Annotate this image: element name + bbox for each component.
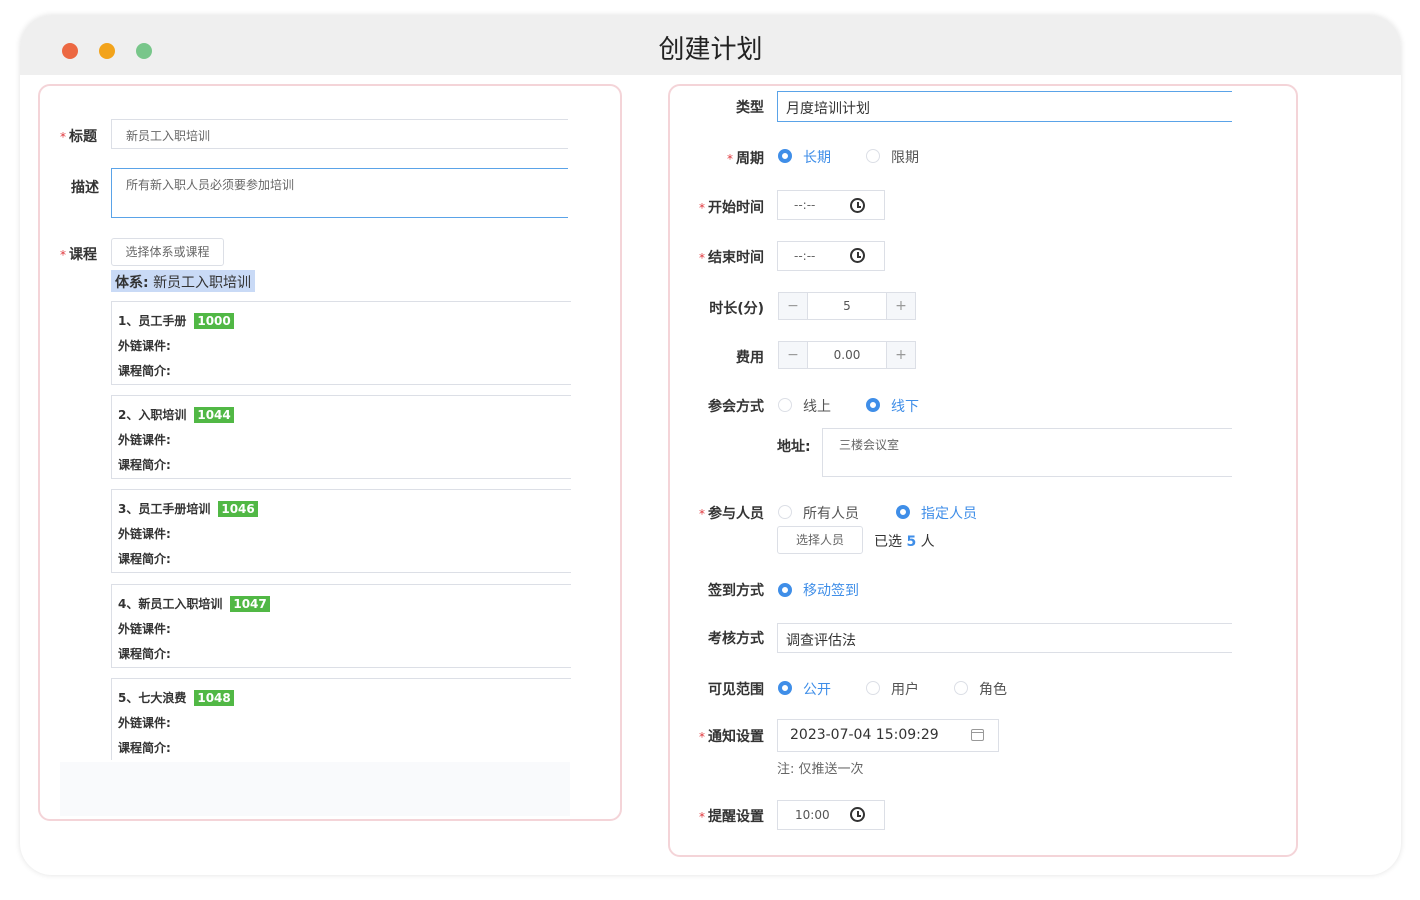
selected-count: 5 <box>906 534 917 550</box>
attend-online-radio[interactable] <box>778 398 792 412</box>
assessment-input[interactable]: 调查评估法 <box>777 623 1232 653</box>
visibility-user-radio[interactable] <box>866 681 880 695</box>
signin-mobile-label[interactable]: 移动签到 <box>803 580 859 600</box>
fee-decrease-button[interactable]: − <box>778 341 808 369</box>
attend-mode-label: 参会方式 <box>708 399 764 415</box>
select-course-button[interactable]: 选择体系或课程 <box>111 238 224 266</box>
course-intro-label: 课程简介: <box>118 458 171 472</box>
duration-label: 时长(分) <box>709 301 764 317</box>
course-link-label: 外链课件: <box>118 433 171 447</box>
course-title: 2、入职培训 1044 <box>118 406 234 423</box>
fee-input[interactable]: 0.00 <box>807 341 887 369</box>
visibility-role-radio[interactable] <box>954 681 968 695</box>
duration-input[interactable]: 5 <box>807 292 887 320</box>
period-label: * 周期 <box>727 151 764 167</box>
course-card: 3、员工手册培训 1046 外链课件: 课程简介: <box>111 489 571 573</box>
duration-increase-button[interactable]: + <box>886 292 916 320</box>
people-all-label[interactable]: 所有人员 <box>803 503 859 523</box>
fee-label: 费用 <box>736 350 764 366</box>
people-specified-radio[interactable] <box>896 505 910 519</box>
end-time-input[interactable]: --:-- <box>777 241 885 271</box>
course-intro-label: 课程简介: <box>118 741 171 755</box>
duration-decrease-button[interactable]: − <box>778 292 808 320</box>
course-link-label: 外链课件: <box>118 339 171 353</box>
course-id-badge: 1044 <box>194 407 234 423</box>
start-time-label: * 开始时间 <box>699 200 764 216</box>
start-time-input[interactable]: --:-- <box>777 190 885 220</box>
course-intro-label: 课程简介: <box>118 647 171 661</box>
course-id-badge: 1046 <box>218 501 258 517</box>
signin-label: 签到方式 <box>708 583 764 599</box>
course-title: 5、七大浪费 1048 <box>118 689 234 706</box>
people-all-radio[interactable] <box>778 505 792 519</box>
title-label: * 标题 <box>60 129 97 145</box>
start-clock-icon[interactable] <box>850 198 865 213</box>
course-intro-label: 课程简介: <box>118 364 171 378</box>
title-bar: 创建计划 <box>20 15 1401 75</box>
description-label: 描述 <box>71 180 99 196</box>
attend-offline-radio[interactable] <box>866 398 880 412</box>
notify-datetime-input[interactable]: 2023-07-04 15:09:29 <box>777 719 999 752</box>
end-time-label: * 结束时间 <box>699 250 764 266</box>
course-id-badge: 1000 <box>194 313 234 329</box>
course-card: 4、新员工入职培训 1047 外链课件: 课程简介: <box>111 584 571 668</box>
course-card: 5、七大浪费 1048 外链课件: 课程简介: <box>111 678 571 760</box>
type-label: 类型 <box>736 100 764 116</box>
course-label: * 课程 <box>60 247 97 263</box>
course-card: 1、员工手册 1000 外链课件: 课程简介: <box>111 301 571 385</box>
signin-mobile-radio[interactable] <box>778 583 792 597</box>
calendar-icon[interactable] <box>971 729 984 741</box>
course-card: 2、入职培训 1044 外链课件: 课程简介: <box>111 395 571 479</box>
window-title: 创建计划 <box>658 35 763 65</box>
type-input[interactable]: 月度培训计划 <box>777 91 1232 122</box>
course-id-badge: 1048 <box>194 690 234 706</box>
select-people-button[interactable]: 选择人员 <box>777 526 863 554</box>
title-input[interactable]: 新员工入职培训 <box>111 119 568 149</box>
assessment-label: 考核方式 <box>708 631 764 647</box>
course-link-label: 外链课件: <box>118 622 171 636</box>
period-limited-radio[interactable] <box>866 149 880 163</box>
visibility-public-label[interactable]: 公开 <box>803 679 831 699</box>
system-tag: 体系: 新员工入职培训 <box>111 270 256 292</box>
visibility-public-radio[interactable] <box>778 681 792 695</box>
reminder-label: * 提醒设置 <box>699 809 764 825</box>
address-label: 地址: <box>777 439 811 455</box>
attend-offline-label[interactable]: 线下 <box>891 396 919 416</box>
course-id-badge: 1047 <box>230 596 270 612</box>
address-textarea[interactable]: 三楼会议室 <box>822 428 1232 477</box>
participants-label: * 参与人员 <box>699 506 764 522</box>
course-title: 4、新员工入职培训 1047 <box>118 595 270 612</box>
people-specified-label[interactable]: 指定人员 <box>921 503 977 523</box>
selected-count-text: 已选 5 人 <box>874 534 935 550</box>
notify-label: * 通知设置 <box>699 729 764 745</box>
end-clock-icon[interactable] <box>850 248 865 263</box>
period-longterm-label[interactable]: 长期 <box>803 147 831 167</box>
reminder-time-input[interactable]: 10:00 <box>777 800 885 830</box>
course-intro-label: 课程简介: <box>118 552 171 566</box>
description-textarea[interactable]: 所有新入职人员必须要参加培训 <box>111 168 568 218</box>
notify-note: 注: 仅推送一次 <box>777 762 864 777</box>
course-link-label: 外链课件: <box>118 527 171 541</box>
reminder-clock-icon[interactable] <box>850 807 865 822</box>
visibility-user-label[interactable]: 用户 <box>891 679 919 699</box>
visibility-role-label[interactable]: 角色 <box>979 679 1007 699</box>
period-limited-label[interactable]: 限期 <box>891 147 919 167</box>
course-link-label: 外链课件: <box>118 716 171 730</box>
attend-online-label[interactable]: 线上 <box>803 396 831 416</box>
fee-increase-button[interactable]: + <box>886 341 916 369</box>
course-title: 1、员工手册 1000 <box>118 312 234 329</box>
period-longterm-radio[interactable] <box>778 149 792 163</box>
visibility-label: 可见范围 <box>708 682 764 698</box>
course-title: 3、员工手册培训 1046 <box>118 500 258 517</box>
